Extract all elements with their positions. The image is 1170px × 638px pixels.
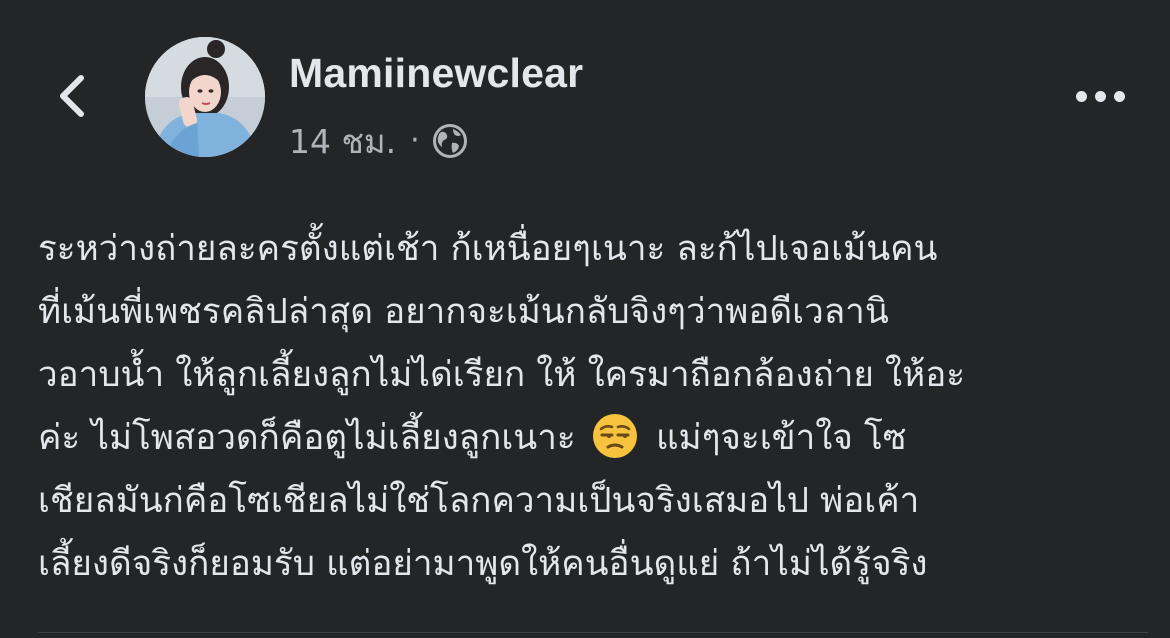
back-button[interactable] — [44, 66, 100, 126]
chevron-left-icon — [60, 75, 84, 117]
author-name[interactable]: Mamiinewclear — [289, 50, 583, 97]
post-text-segment: แม่ๆจะเข้าใจ โซ — [655, 418, 907, 458]
post-text-line: เชียลมันก่คือโซเชียลไม่ใช่โลกความเป็นจริ… — [38, 481, 920, 521]
post-text-segment: ค่ะ ไม่โพสอวดก็คือตูไม่เลี้ยงลูกเนาะ — [38, 418, 576, 458]
post-meta: 14 ชม. · — [289, 118, 468, 164]
more-dot — [1075, 90, 1087, 102]
avatar-photo — [145, 37, 265, 157]
post-text-line: วอาบน้ำ ให้ลูกเลี้ยงลูกไม่ได่เรียก ให้ ใ… — [38, 355, 966, 395]
avatar[interactable] — [145, 37, 265, 157]
meta-separator: · — [410, 123, 420, 158]
post-timestamp[interactable]: 14 ชม. — [289, 115, 396, 168]
more-options-button[interactable] — [1064, 72, 1136, 120]
post-text-line: ระหว่างถ่ายละครตั้งแต่เช้า ก้เหนื่อยๆเนา… — [38, 229, 938, 269]
divider — [38, 632, 1148, 633]
post-text-line: เลี้ยงดีจริงก็ยอมรับ แต่อย่ามาพูดให้คนอื… — [38, 544, 928, 584]
more-dot — [1094, 90, 1106, 102]
post-text: ระหว่างถ่ายละครตั้งแต่เช้า ก้เหนื่อยๆเนา… — [38, 218, 1148, 596]
unamused-face-emoji — [592, 414, 637, 458]
post-text-line: ที่เม้นพี่เพชรคลิปล่าสุด อยากจะเม้นกลับจ… — [38, 292, 889, 332]
more-dot — [1113, 90, 1125, 102]
globe-icon[interactable] — [432, 123, 468, 159]
post-text-line: ค่ะ ไม่โพสอวดก็คือตูไม่เลี้ยงลูกเนาะ แม่… — [38, 407, 1148, 470]
